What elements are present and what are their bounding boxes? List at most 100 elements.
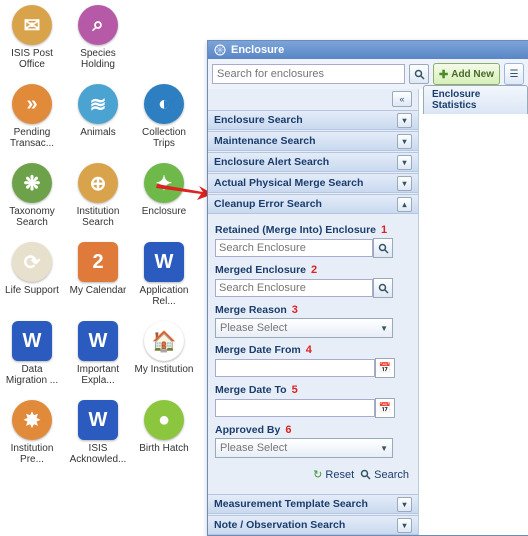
desktop-icon-label: Birth Hatch [139,443,188,454]
desktop-icon[interactable]: W Data Migration ... [2,321,62,386]
merge-reason-select[interactable]: Please Select ▼ [215,318,393,338]
desktop-icon[interactable]: ❋ Taxonomy Search [2,163,62,228]
annotation-6: 6 [285,424,291,436]
app-icon: W [78,400,118,440]
desktop-icon[interactable]: ⌕ Species Holding [68,5,128,70]
app-icon: » [12,84,52,124]
desktop-icon[interactable]: 🏠 My Institution [134,321,194,386]
merge-date-from-input[interactable] [215,359,375,377]
app-icon: ⟳ [12,242,52,282]
desktop-icon-label: Data Migration ... [2,364,62,386]
reset-button[interactable]: ↻ Reset [313,468,354,481]
app-icon: ❋ [12,163,52,203]
desktop-icon[interactable]: WApplication Rel... [134,242,194,307]
app-icon: ⌕ [78,5,118,45]
reset-label: Reset [325,469,354,481]
desktop-icon-label: My Calendar [70,285,127,296]
accordion-note-observation[interactable]: Note / Observation Search ▾ [208,515,418,535]
desktop-icon-label: ISIS Acknowled... [68,443,128,465]
approved-by-label: Approved By 6 [215,424,411,436]
app-icon: ✸ [12,400,52,440]
app-icon: ✉ [12,5,52,45]
calendar-icon[interactable]: 📅 [375,358,395,378]
annotation-4: 4 [306,344,312,356]
merge-date-to-input[interactable] [215,399,375,417]
collapse-left-button[interactable]: « [392,91,412,107]
desktop-icon[interactable]: 2 My Calendar [68,242,128,307]
select-value: Please Select [220,322,287,334]
chevron-down-icon: ▼ [380,444,388,453]
app-icon: ◐ [144,84,184,124]
desktop-icon[interactable]: ✸Institution Pre... [2,400,62,465]
tab-enclosure-statistics[interactable]: Enclosure Statistics [423,85,528,114]
desktop-icon-label: Species Holding [68,48,128,70]
chevron-up-icon: ▴ [397,197,412,212]
accordion-enclosure-alert-search[interactable]: Enclosure Alert Search ▾ [208,152,418,172]
accordion-enclosure-search[interactable]: Enclosure Search ▾ [208,110,418,130]
merge-date-from-label: Merge Date From 4 [215,344,411,356]
app-icon: 2 [78,242,118,282]
cleanup-error-search-body: Retained (Merge Into) Enclosure 1 Merged… [208,214,418,493]
search-label: Search [374,469,409,481]
chevron-down-icon: ▾ [397,176,412,191]
accordion-label: Maintenance Search [214,135,316,147]
desktop-icon[interactable]: ✉ISIS Post Office [2,5,62,70]
search-button[interactable]: Search [360,468,409,481]
add-new-button[interactable]: Add New [433,63,500,85]
titlebar[interactable]: Enclosure [208,41,528,59]
tab-label: Enclosure Statistics [432,89,480,111]
right-content-pane: Enclosure Statistics [419,89,528,535]
desktop-icon[interactable]: W ISIS Acknowled... [68,400,128,465]
calendar-icon[interactable]: 📅 [375,398,395,418]
chevron-down-icon: ▾ [397,155,412,170]
desktop-icon[interactable]: ⟳Life Support [2,242,62,307]
search-icon-button[interactable] [409,64,429,84]
desktop-icon-label: Taxonomy Search [2,206,62,228]
accordion-label: Cleanup Error Search [214,198,322,210]
merge-reason-label: Merge Reason 3 [215,304,411,316]
retained-enclosure-input[interactable] [215,239,373,257]
accordion-measurement-template[interactable]: Measurement Template Search ▾ [208,494,418,514]
merged-lookup-button[interactable] [373,278,393,298]
desktop-icon-label: Enclosure [142,206,186,217]
approved-by-select[interactable]: Please Select ▼ [215,438,393,458]
accordion-maintenance-search[interactable]: Maintenance Search ▾ [208,131,418,151]
desktop-icon[interactable]: »Pending Transac... [2,84,62,149]
desktop-icon-label: Important Expla... [68,364,128,386]
annotation-2: 2 [311,264,317,276]
search-enclosures-input[interactable] [212,64,405,84]
accordion-label: Actual Physical Merge Search [214,177,363,189]
left-search-pane: « Enclosure Search ▾ Maintenance Search … [208,89,419,535]
desktop-icon[interactable]: ●Birth Hatch [134,400,194,465]
desktop-icon[interactable]: ⊕ Institution Search [68,163,128,228]
accordion-label: Enclosure Search [214,114,303,126]
accordion-label: Measurement Template Search [214,498,368,510]
desktop-icon-label: My Institution [135,364,194,375]
app-icon: ≋ [78,84,118,124]
search-icon [360,469,371,480]
chevron-down-icon: ▾ [397,518,412,533]
chevron-down-icon: ▾ [397,113,412,128]
accordion-cleanup-error-search[interactable]: Cleanup Error Search ▴ [208,194,418,214]
app-icon: 🏠 [144,321,184,361]
window-title: Enclosure [231,44,284,56]
app-icon: ✦ [144,163,184,203]
configure-button[interactable]: ☰ [504,63,524,85]
accordion-actual-physical-merge[interactable]: Actual Physical Merge Search ▾ [208,173,418,193]
desktop-icon[interactable]: ≋ Animals [68,84,128,149]
desktop-icon-label: Animals [80,127,116,138]
retained-lookup-button[interactable] [373,238,393,258]
app-icon: ⊕ [78,163,118,203]
desktop-icon[interactable]: WImportant Expla... [68,321,128,386]
annotation-1: 1 [381,224,387,236]
desktop-icon[interactable]: ◐Collection Trips [134,84,194,149]
desktop-icon[interactable]: ✦ Enclosure [134,163,194,228]
desktop-icon-label: Institution Search [68,206,128,228]
merged-enclosure-input[interactable] [215,279,373,297]
enclosure-window: Enclosure Add New ☰ « Enclosure Search ▾… [207,40,528,536]
app-icon: W [12,321,52,361]
select-value: Please Select [220,442,287,454]
desktop: ✉ISIS Post Office ⌕ Species Holding »Pendin… [0,0,210,467]
accordion-label: Note / Observation Search [214,519,345,531]
desktop-icon-label: Application Rel... [134,285,194,307]
